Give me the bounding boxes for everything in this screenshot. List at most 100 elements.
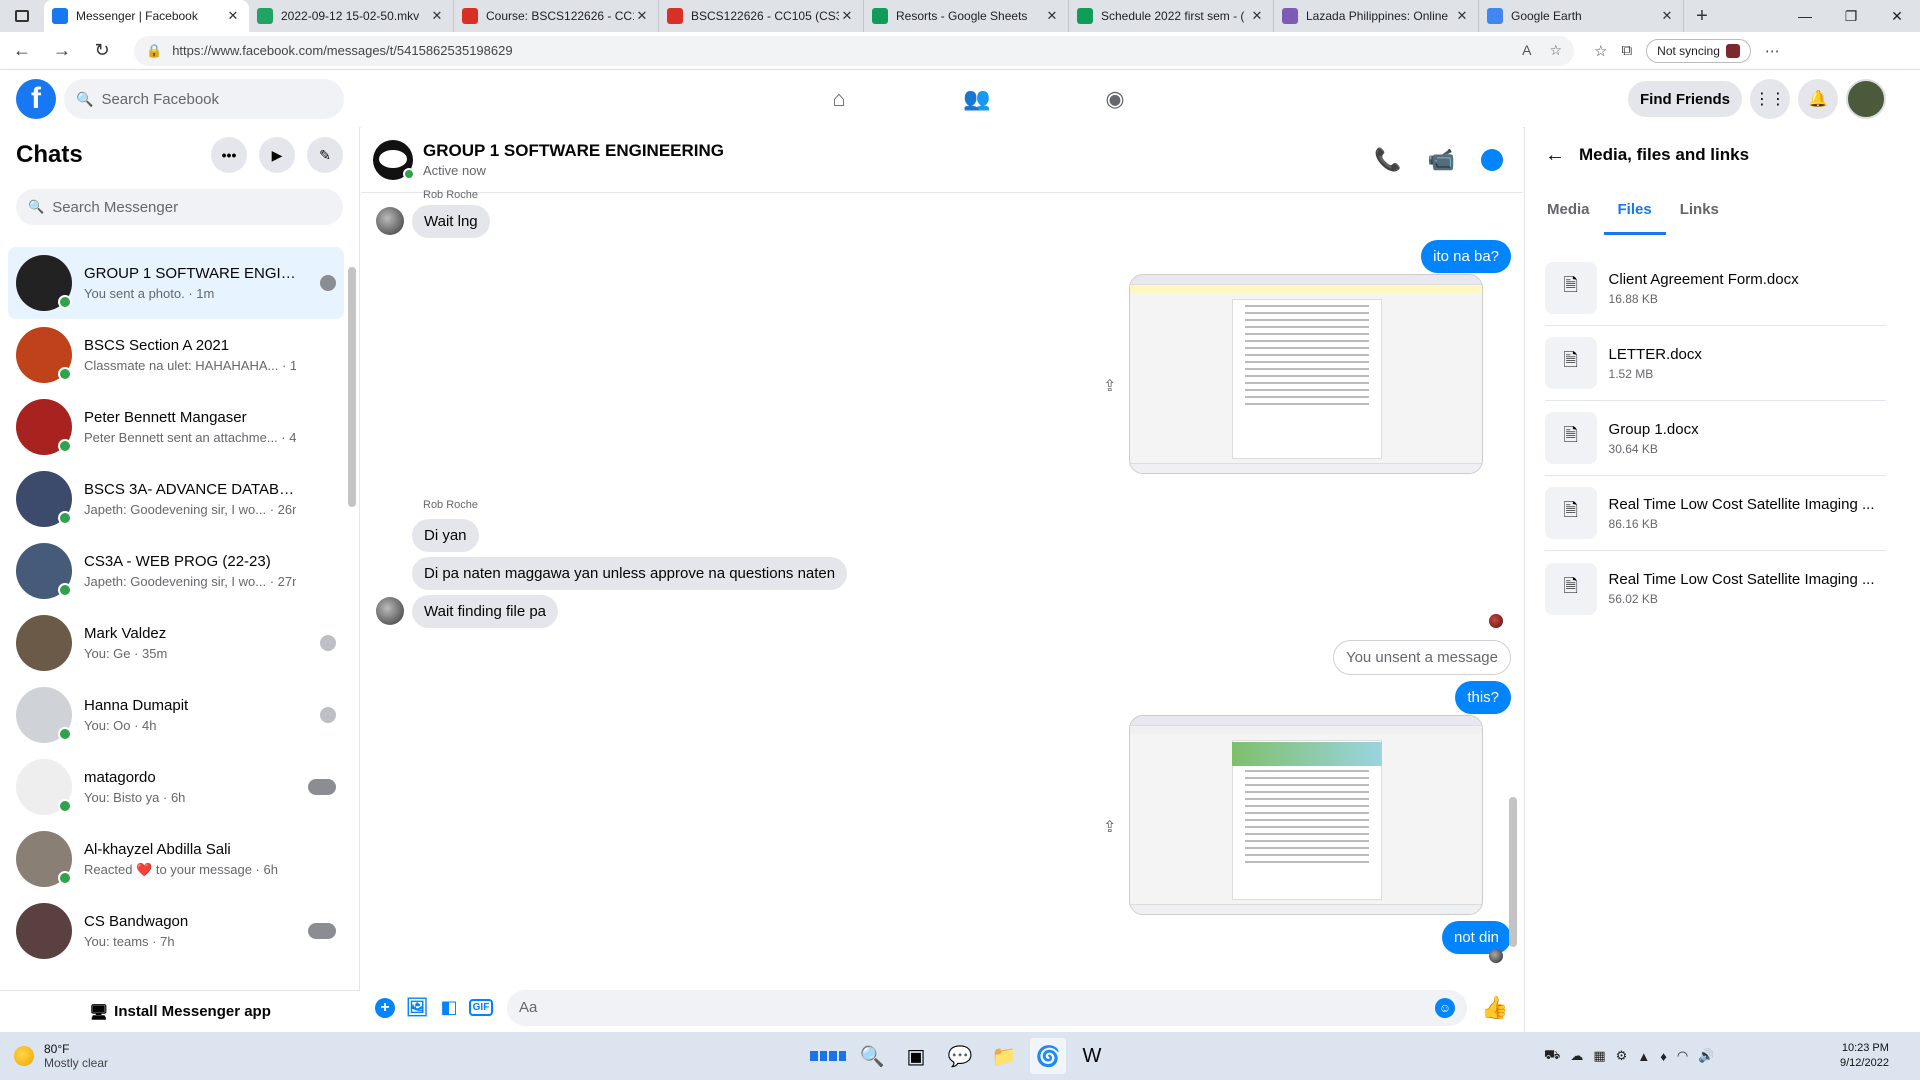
volume-icon[interactable]: 🔊 — [1698, 1048, 1714, 1064]
close-tab-icon[interactable]: ✕ — [1659, 8, 1675, 24]
file-item[interactable]: 🗎 Group 1.docx 30.64 KB — [1545, 401, 1886, 476]
chat-list-item[interactable]: CS Bandwagon You: teams · 7h — [8, 895, 344, 967]
chat-list-scrollbar[interactable] — [346, 127, 356, 847]
thread-scrollbar[interactable] — [1507, 197, 1519, 977]
message-bubble-outgoing[interactable]: not din — [1441, 921, 1511, 954]
chat-list-item[interactable]: CS3A - WEB PROG (22-23) Japeth: Goodeveni… — [8, 535, 344, 607]
chat-list-item[interactable]: BSCS 3A- ADVANCE DATABASE Japeth: Goodeve… — [8, 463, 344, 535]
close-tab-icon[interactable]: ✕ — [429, 8, 445, 24]
collections-icon[interactable]: ⧉ — [1621, 42, 1632, 59]
message-bubble-incoming[interactable]: Wait finding file pa — [412, 595, 559, 628]
facebook-logo-icon[interactable]: f — [16, 79, 56, 119]
close-tab-icon[interactable]: ✕ — [839, 8, 855, 24]
favorites-icon[interactable]: ☆ — [1594, 42, 1607, 60]
close-tab-icon[interactable]: ✕ — [1454, 8, 1470, 24]
media-tab-files[interactable]: Files — [1603, 183, 1666, 235]
message-bubble-incoming[interactable]: Di yan — [412, 519, 479, 552]
tray-app-icon[interactable]: ☁ — [1570, 1048, 1583, 1064]
message-bubble-outgoing[interactable]: ito na ba? — [1421, 240, 1511, 273]
message-bubble-incoming[interactable]: Wait lng — [412, 205, 490, 238]
tray-app-icon[interactable]: ♦ — [1660, 1049, 1667, 1064]
chat-list-item[interactable]: matagordo You: Bisto ya · 6h — [8, 751, 344, 823]
tray-app-icon[interactable]: ⛟ — [1544, 1047, 1560, 1065]
task-view-icon[interactable]: ▣ — [898, 1038, 934, 1074]
weather-widget[interactable]: 80°F Mostly clear — [14, 1042, 108, 1070]
notifications-bell-icon[interactable]: 🔔 — [1798, 79, 1838, 119]
message-input[interactable]: Aa ☺ — [507, 989, 1467, 1026]
group-avatar[interactable] — [373, 139, 415, 180]
conversation-info-icon[interactable]: i — [1481, 147, 1503, 173]
file-item[interactable]: 🗎 Real Time Low Cost Satellite Imaging ..… — [1545, 551, 1886, 626]
browser-tab[interactable]: Messenger | Facebook ✕ — [44, 0, 249, 32]
account-avatar[interactable] — [1846, 79, 1886, 119]
browser-tab[interactable]: Course: BSCS122626 - CC1 ✕ — [454, 0, 659, 32]
word-icon[interactable]: W — [1074, 1038, 1110, 1074]
teams-chat-icon[interactable]: 💬 — [942, 1038, 978, 1074]
share-icon[interactable]: ⇪ — [1103, 817, 1116, 837]
install-messenger-button[interactable]: 🖥 Install Messenger app — [0, 990, 360, 1032]
forward-button[interactable]: → — [44, 36, 80, 66]
sent-photo-2[interactable] — [1129, 715, 1483, 915]
reload-button[interactable]: ↻ — [84, 36, 120, 66]
restore-button[interactable]: ❐ — [1828, 0, 1874, 32]
url-field[interactable]: 🔒 https://www.facebook.com/messages/t/54… — [134, 35, 1574, 66]
taskbar-search-icon[interactable]: 🔍 — [854, 1038, 890, 1074]
groups-icon[interactable]: ◉ — [1046, 71, 1184, 127]
minimize-button[interactable]: — — [1782, 0, 1828, 32]
emoji-icon[interactable]: ☺ — [1435, 997, 1455, 1018]
close-tab-icon[interactable]: ✕ — [1044, 8, 1060, 24]
file-explorer-icon[interactable]: 📁 — [986, 1038, 1022, 1074]
browser-tab[interactable]: Schedule 2022 first sem - (✕ — [1069, 0, 1274, 32]
browser-tab[interactable]: 2022-09-12 15-02-50.mkv ✕ — [249, 0, 454, 32]
wifi-icon[interactable]: ◠ — [1677, 1048, 1688, 1064]
file-item[interactable]: 🗎 Real Time Low Cost Satellite Imaging ..… — [1545, 476, 1886, 551]
messenger-search-input[interactable]: 🔍 Search Messenger — [16, 189, 343, 225]
sent-photo-1[interactable] — [1129, 274, 1483, 474]
chat-list-item[interactable]: Hanna Dumapit You: Oo · 4h — [8, 679, 344, 751]
close-tab-icon[interactable]: ✕ — [634, 8, 650, 24]
tray-app-icon[interactable]: ▲ — [1637, 1049, 1650, 1064]
chat-list-item[interactable]: Peter Bennett Mangaser Peter Bennett sent… — [8, 391, 344, 463]
new-message-button[interactable]: ✎ — [307, 137, 343, 173]
tab-actions-button[interactable] — [0, 0, 44, 32]
edge-browser-icon[interactable]: 🌀 — [1030, 1038, 1066, 1074]
chat-options-button[interactable]: ••• — [211, 137, 247, 173]
more-menu-icon[interactable]: ⋯ — [1765, 42, 1780, 60]
message-bubble-outgoing[interactable]: this? — [1455, 681, 1511, 714]
file-item[interactable]: 🗎 LETTER.docx 1.52 MB — [1545, 326, 1886, 401]
media-tab-links[interactable]: Links — [1666, 183, 1733, 235]
back-arrow-icon[interactable]: ← — [1545, 144, 1565, 167]
start-button[interactable] — [810, 1038, 846, 1074]
close-window-button[interactable]: ✕ — [1874, 0, 1920, 32]
browser-tab[interactable]: Google Earth ✕ — [1479, 0, 1684, 32]
chat-list-item[interactable]: Mark Valdez You: Ge · 35m — [8, 607, 344, 679]
new-room-button[interactable]: ▶ — [259, 137, 295, 173]
chat-list-item[interactable]: GROUP 1 SOFTWARE ENGINEE... You sent a ph… — [8, 247, 344, 319]
video-call-icon[interactable]: 📹 — [1428, 147, 1455, 173]
phone-call-icon[interactable]: 📞 — [1374, 147, 1401, 173]
gif-icon[interactable]: GIF — [465, 992, 497, 1024]
close-tab-icon[interactable]: ✕ — [225, 8, 241, 24]
friends-icon[interactable]: 👥 — [908, 71, 1046, 127]
media-tab-media[interactable]: Media — [1533, 183, 1604, 235]
find-friends-button[interactable]: Find Friends — [1628, 81, 1742, 117]
tray-app-icon[interactable]: ▦ — [1593, 1048, 1605, 1064]
home-icon[interactable]: ⌂ — [770, 71, 908, 127]
browser-tab[interactable]: Resorts - Google Sheets ✕ — [864, 0, 1069, 32]
conversation-name[interactable]: GROUP 1 SOFTWARE ENGINEERING — [423, 141, 724, 161]
close-tab-icon[interactable]: ✕ — [1249, 8, 1265, 24]
browser-tab[interactable]: Lazada Philippines: Online ✕ — [1274, 0, 1479, 32]
attach-image-icon[interactable]: 🖼 — [401, 992, 433, 1024]
sticker-icon[interactable]: ◧ — [433, 992, 465, 1024]
profile-sync-button[interactable]: Not syncing — [1646, 38, 1751, 63]
page-scrollbar[interactable] — [1906, 71, 1920, 1032]
message-bubble-incoming[interactable]: Di pa naten maggawa yan unless approve n… — [412, 557, 848, 590]
share-icon[interactable]: ⇪ — [1103, 376, 1116, 396]
back-button[interactable]: ← — [4, 36, 40, 66]
menu-grid-icon[interactable]: ⋮⋮ — [1750, 79, 1790, 119]
browser-tab[interactable]: BSCS122626 - CC105 (CS3 ✕ — [659, 0, 864, 32]
tray-app-icon[interactable]: ⚙ — [1616, 1048, 1628, 1064]
chat-list-item[interactable]: BSCS Section A 2021 Classmate na ulet: HA… — [8, 319, 344, 391]
favorite-star-icon[interactable]: ☆ — [1549, 42, 1562, 59]
new-tab-button[interactable]: + — [1684, 0, 1720, 32]
